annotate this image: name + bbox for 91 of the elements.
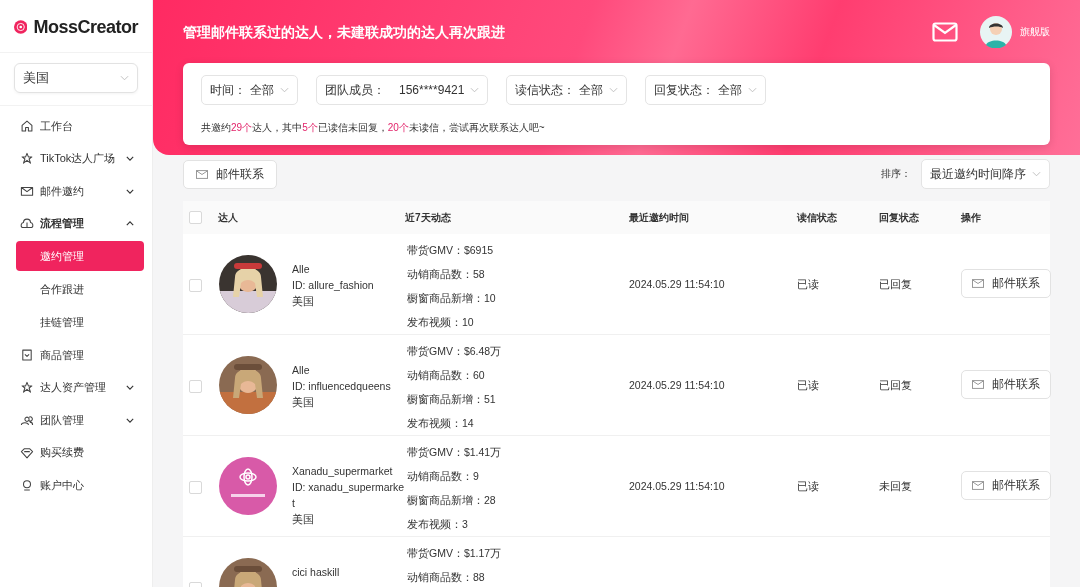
- row-checkbox[interactable]: [189, 279, 202, 292]
- filter-select[interactable]: 时间： 全部: [201, 75, 298, 105]
- filter-select[interactable]: 回复状态： 全部: [645, 75, 767, 105]
- stat-line: 动销商品数：88: [407, 571, 486, 585]
- filter-select[interactable]: 读信状态： 全部: [506, 75, 628, 105]
- nav-item[interactable]: 流程管理: [0, 207, 152, 240]
- stat-line: 动销商品数：60: [407, 369, 486, 383]
- stat-line: 橱窗商品新增：10: [407, 292, 497, 306]
- nav-item[interactable]: 购买续费: [0, 436, 152, 469]
- reply-status: 已回复: [879, 379, 913, 393]
- creator-name: cici haskill: [292, 565, 340, 580]
- stat-line: 橱窗商品新增：28: [407, 494, 497, 508]
- nav-icon: [20, 380, 34, 395]
- creator-name: Alle: [292, 262, 311, 277]
- mail-icon: [972, 481, 984, 490]
- region-select[interactable]: 美国: [14, 63, 138, 93]
- nav-icon: [20, 184, 34, 199]
- email-button[interactable]: 邮件联系: [183, 159, 277, 189]
- nav-subitem[interactable]: 挂链管理: [16, 307, 144, 337]
- mail-icon: [972, 279, 984, 288]
- stat-line: 动销商品数：58: [407, 268, 486, 282]
- chevron-icon: [470, 87, 480, 93]
- stat-line: 带货GMV：$1.17万: [407, 547, 503, 561]
- invite-time: 2024.05.29 11:54:10: [629, 278, 726, 290]
- plan-label: 旗舰版: [1020, 25, 1050, 39]
- email-button[interactable]: 邮件联系: [961, 370, 1051, 399]
- reply-status: 未回复: [879, 480, 913, 494]
- row-checkbox[interactable]: [189, 380, 202, 393]
- nav-item[interactable]: 商品管理: [0, 339, 152, 372]
- page-title: 管理邮件联系过的达人，未建联成功的达人再次跟进: [183, 24, 505, 42]
- stat-line: 橱窗商品新增：51: [407, 393, 497, 407]
- user-avatar[interactable]: [980, 16, 1012, 48]
- email-button[interactable]: 邮件联系: [961, 471, 1051, 500]
- nav-icon: [20, 119, 34, 134]
- creator-id: ID: allure_fashion: [292, 278, 374, 293]
- row-checkbox[interactable]: [189, 481, 202, 494]
- column-header: 读信状态: [797, 210, 838, 225]
- nav-item[interactable]: 达人资产管理: [0, 371, 152, 404]
- invite-time: 2024.05.29 11:54:10: [629, 379, 726, 391]
- creator-country: 美国: [292, 395, 315, 410]
- summary-text: 共邀约29个达人，其中5个已读信未回复，20个未读信，尝试再次联系达人吧~: [201, 121, 546, 135]
- select-all-checkbox[interactable]: [189, 211, 202, 224]
- chevron-icon: [280, 87, 289, 93]
- nav-item[interactable]: TikTok达人广场: [0, 142, 152, 175]
- column-header: 最近邀约时间: [629, 210, 690, 225]
- nav-icon: [20, 413, 34, 428]
- invite-time: 2024.05.29 11:54:10: [629, 480, 726, 492]
- email-button[interactable]: 邮件联系: [961, 269, 1051, 298]
- nav-item[interactable]: 账户中心: [0, 469, 152, 502]
- mail-icon: [196, 169, 208, 179]
- stat-line: 带货GMV：$6.48万: [407, 345, 503, 359]
- creator-id: ID: xanadu_supermarket: [292, 480, 405, 511]
- stat-line: 带货GMV：$1.41万: [407, 446, 503, 460]
- nav-item[interactable]: 工作台: [0, 110, 152, 143]
- sort-select[interactable]: 最近邀约时间降序: [921, 159, 1050, 189]
- nav-icon: [20, 348, 34, 363]
- read-status: 已读: [797, 480, 820, 494]
- column-header: 回复状态: [879, 210, 920, 225]
- stat-line: 带货GMV：$6915: [407, 244, 495, 258]
- chevron-icon: [1032, 171, 1041, 177]
- reply-status: 已回复: [879, 278, 913, 292]
- creator-country: 美国: [292, 512, 315, 527]
- chevron-icon: [120, 75, 129, 81]
- stat-line: 发布视频：14: [407, 417, 475, 431]
- creator-name: Xanadu_supermarket: [292, 464, 394, 479]
- brand-name: MossCreator: [33, 16, 138, 38]
- nav-icon: [20, 151, 34, 166]
- column-header: 近7天动态: [405, 210, 452, 225]
- nav-icon: [20, 216, 34, 231]
- read-status: 已读: [797, 278, 820, 292]
- stat-line: 发布视频：3: [407, 518, 469, 532]
- nav-item[interactable]: 团队管理: [0, 404, 152, 437]
- read-status: 已读: [797, 379, 820, 393]
- sort-label: 排序：: [881, 167, 911, 181]
- stat-line: 动销商品数：9: [407, 470, 480, 484]
- nav-icon: [20, 445, 34, 460]
- filter-select[interactable]: 团队成员： 156****9421: [316, 75, 489, 105]
- mail-icon[interactable]: [932, 22, 958, 42]
- nav-subitem[interactable]: 合作跟进: [16, 274, 144, 304]
- creator-country: 美国: [292, 294, 315, 309]
- column-header: 操作: [961, 210, 982, 225]
- column-header: 达人: [218, 210, 239, 225]
- nav-icon: [20, 478, 34, 493]
- creator-id: ID: influencedqueens: [292, 379, 391, 394]
- chevron-icon: [609, 87, 619, 93]
- chevron-icon: [748, 87, 758, 93]
- nav-subitem[interactable]: 邀约管理: [16, 241, 144, 271]
- creator-name: Alle: [292, 363, 311, 378]
- stat-line: 发布视频：10: [407, 316, 475, 330]
- mail-icon: [972, 380, 984, 389]
- nav-item[interactable]: 邮件邀约: [0, 175, 152, 208]
